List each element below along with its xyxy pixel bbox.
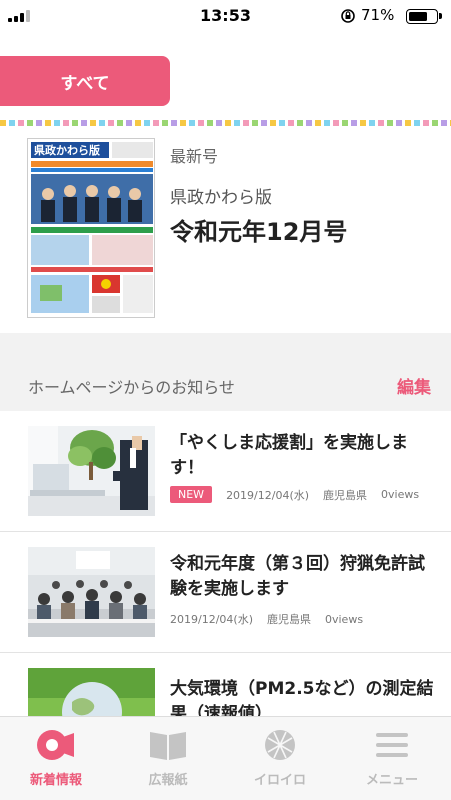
status-bar: 13:53 71% xyxy=(0,0,451,32)
news-meta: 2019/12/04(水) 鹿児島県 0views xyxy=(170,611,363,627)
tab-label: 新着情報 xyxy=(29,773,82,788)
globe-icon xyxy=(265,730,295,760)
news-source: 鹿児島県 xyxy=(323,488,368,502)
section-title: ホームページからのお知らせ xyxy=(28,378,235,397)
news-source: 鹿児島県 xyxy=(266,613,311,626)
news-title: 大気環境（PM2.5など）の測定結果（速報値） xyxy=(170,679,434,716)
news-date: 2019/12/04(水) xyxy=(226,488,310,502)
news-section-header: ホームページからのお知らせ 編集 xyxy=(0,366,451,411)
tab-label: イロイロ xyxy=(253,773,306,788)
news-date: 2019/12/04(水) xyxy=(170,613,253,626)
hamburger-menu-icon xyxy=(376,733,408,757)
megaphone-icon xyxy=(37,730,74,760)
new-badge: NEW xyxy=(170,486,213,503)
edit-button[interactable]: 編集 xyxy=(397,373,431,398)
tab-bar: 新着情報 広報紙 イロイロ メニュー xyxy=(0,716,451,800)
all-filter-button[interactable]: すべて xyxy=(0,56,170,106)
cover-title: 県政かわら版 xyxy=(34,143,100,157)
battery-icon xyxy=(406,9,438,24)
publication-name: 県政かわら版 xyxy=(170,188,272,208)
news-title: 令和元年度（第３回）狩猟免許試験を実施します xyxy=(170,554,425,599)
news-views: 0views xyxy=(381,488,420,501)
battery-tip xyxy=(439,13,442,19)
news-item[interactable]: 大気環境（PM2.5など）の測定結果（速報値） xyxy=(0,653,451,716)
office-laptop-image xyxy=(28,426,155,516)
issue-cover-thumbnail[interactable]: 県政かわら版 xyxy=(27,138,155,318)
news-item[interactable]: 令和元年度（第３回）狩猟免許試験を実施します 2019/12/04(水) 鹿児島… xyxy=(0,532,451,653)
news-thumbnail xyxy=(28,547,155,637)
news-views: 0views xyxy=(324,612,364,626)
rotation-lock-icon xyxy=(341,9,355,23)
section-spacer xyxy=(0,333,451,366)
news-item[interactable]: 「やくしま応援割」を実施します！ NEW 2019/12/04(水) 鹿児島県 … xyxy=(0,411,451,532)
tab-label: 広報紙 xyxy=(148,773,188,788)
tab-newsletter[interactable]: 広報紙 xyxy=(112,717,224,800)
colored-dot-divider xyxy=(0,120,451,126)
book-icon xyxy=(150,732,186,760)
exam-hall-image xyxy=(28,547,155,637)
battery-percent: 71% xyxy=(361,6,395,24)
globe-grass-image xyxy=(28,668,155,716)
news-thumbnail xyxy=(28,668,155,716)
news-thumbnail xyxy=(28,426,155,516)
news-title: 「やくしま応援割」を実施します！ xyxy=(170,433,408,478)
latest-label: 最新号 xyxy=(170,147,219,166)
issue-title: 令和元年12月号 xyxy=(170,218,348,246)
latest-issue-card[interactable]: 県政かわら版 最新号 県政かわら版 令和元年12月号 xyxy=(0,130,451,333)
news-meta: NEW 2019/12/04(水) 鹿児島県 0views xyxy=(170,486,419,503)
tab-news[interactable]: 新着情報 xyxy=(0,717,112,800)
tab-various[interactable]: イロイロ xyxy=(224,717,336,800)
battery-fill xyxy=(408,11,427,21)
tab-menu[interactable]: メニュー xyxy=(336,717,448,800)
cover-image: 県政かわら版 xyxy=(28,139,154,317)
tab-label: メニュー xyxy=(365,773,418,788)
